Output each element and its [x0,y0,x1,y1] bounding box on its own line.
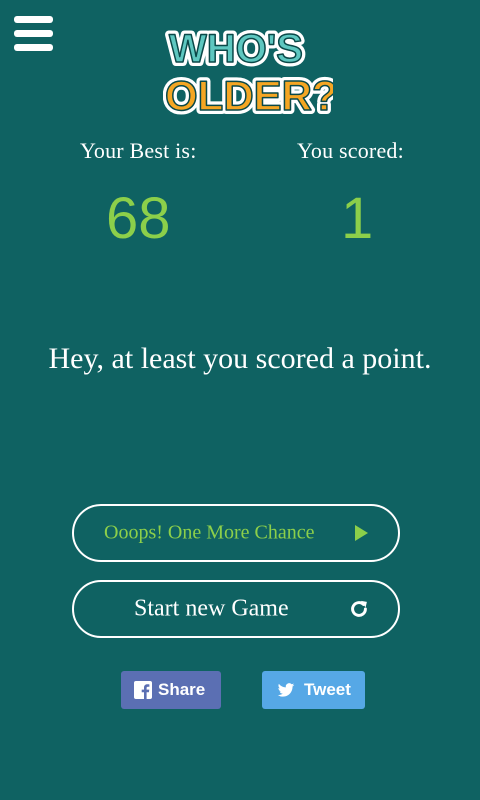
best-score-value: 68 [106,186,171,251]
menu-bar [14,30,53,37]
facebook-share-button[interactable]: Share [121,671,221,709]
refresh-icon [351,600,367,617]
best-score-label: Your Best is: [80,138,197,163]
facebook-icon [134,681,152,699]
result-message: Hey, at least you scored a point. [48,342,432,375]
play-icon [355,525,368,541]
one-more-chance-button[interactable]: Ooops! One More Chance [72,504,400,562]
current-score-label: You scored: [297,138,404,163]
hamburger-menu-icon[interactable] [14,14,54,54]
current-score-value: 1 [341,186,374,251]
share-label: Share [158,680,206,699]
start-new-game-label: Start new Game [134,595,289,622]
twitter-tweet-button[interactable]: Tweet [262,671,365,709]
svg-text:OLDER?: OLDER? [165,72,333,119]
start-new-game-button[interactable]: Start new Game [72,580,400,638]
twitter-bird-icon [277,683,295,697]
menu-bar [14,16,53,23]
one-more-chance-label: Ooops! One More Chance [104,521,315,544]
tweet-label: Tweet [304,680,351,699]
menu-bar [14,44,53,51]
app-logo: WHO'S WHO'S OLDER? OLDER? [163,18,333,128]
svg-text:WHO'S: WHO'S [169,27,303,71]
app-logo-graphic: WHO'S WHO'S OLDER? OLDER? [163,23,333,123]
